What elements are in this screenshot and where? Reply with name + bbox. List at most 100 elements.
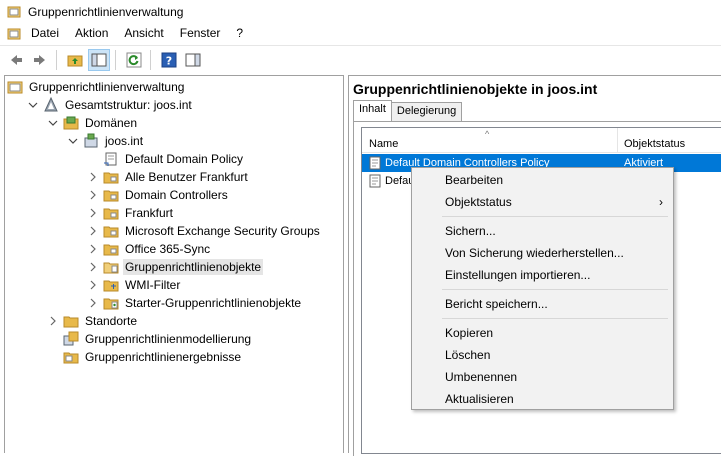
folder-up-icon [67, 55, 83, 66]
chevron-right-icon[interactable] [87, 225, 99, 237]
ou-folder-icon [103, 223, 119, 239]
tree-item[interactable]: Starter-Gruppenrichtlinienobjekte [87, 294, 303, 312]
tree-item[interactable]: Alle Benutzer Frankfurt [87, 168, 250, 186]
tree-item[interactable]: Frankfurt [87, 204, 175, 222]
chevron-right-icon[interactable] [87, 279, 99, 291]
chevron-right-icon[interactable] [87, 243, 99, 255]
context-menu-item[interactable]: Umbenennen [412, 366, 673, 388]
menu-aktion[interactable]: Aktion [67, 23, 116, 44]
tree-item[interactable]: Domänen [47, 114, 139, 132]
show-hide-console-tree-button[interactable] [88, 48, 110, 71]
domain-icon [83, 133, 99, 149]
arrow-right-icon [34, 54, 45, 65]
toolbar-separator [150, 49, 151, 70]
context-menu-item-label: Löschen [445, 348, 491, 362]
tree-item[interactable]: Gruppenrichtlinienverwaltung [7, 78, 186, 96]
gpmc-icon[interactable] [7, 27, 21, 41]
context-menu-item-label: Bearbeiten [445, 173, 504, 187]
chevron-down-icon[interactable] [27, 99, 39, 111]
tree-item-label: Starter-Gruppenrichtlinienobjekte [125, 296, 302, 310]
refresh-icon [126, 52, 142, 67]
column-header-objektstatus[interactable]: Objektstatus [619, 128, 721, 153]
context-menu-item[interactable]: Aktualisieren [412, 388, 673, 410]
menu-help[interactable]: ? [228, 23, 251, 44]
chevron-down-icon[interactable] [47, 117, 59, 129]
chevron-right-icon[interactable] [87, 261, 99, 273]
chevron-right-icon[interactable] [87, 171, 99, 183]
context-menu-item[interactable]: Objektstatus › [412, 191, 673, 213]
context-menu-item[interactable]: Löschen [412, 344, 673, 366]
tree-item-label: Microsoft Exchange Security Groups [125, 224, 320, 238]
up-folder-button[interactable] [64, 49, 86, 71]
tree-item-label: Domänen [85, 116, 138, 130]
context-menu-item-label: Aktualisieren [445, 392, 514, 406]
menu-ansicht[interactable]: Ansicht [116, 23, 171, 44]
context-menu-item-label: Einstellungen importieren... [445, 268, 591, 282]
help-icon: ? [161, 52, 177, 67]
chevron-right-icon[interactable] [87, 297, 99, 309]
forest-icon [43, 97, 59, 113]
results-icon [63, 349, 79, 365]
ou-folder-icon [103, 169, 119, 185]
wmi-folder-icon [103, 277, 119, 293]
context-menu-item[interactable]: Einstellungen importieren... [412, 264, 673, 286]
context-menu-item[interactable]: Von Sicherung wiederherstellen... [412, 242, 673, 264]
context-menu-item-label: Umbenennen [445, 370, 518, 384]
tree-item[interactable]: WMI-Filter [87, 276, 182, 294]
action-pane-icon [185, 53, 201, 66]
tree-item-label: Default Domain Policy [125, 152, 244, 166]
console-tree[interactable]: Gruppenrichtlinienverwaltung Gesamtstrukt… [4, 75, 344, 453]
chevron-down-icon[interactable] [67, 135, 79, 147]
tree-item-label: Domain Controllers [125, 188, 228, 202]
tree-item-label: Standorte [85, 314, 138, 328]
sites-icon [63, 313, 79, 329]
context-menu-item[interactable]: Bericht speichern... [412, 293, 673, 315]
tree-item[interactable]: Domain Controllers [87, 186, 230, 204]
tree-item[interactable]: Gesamtstruktur: joos.int [27, 96, 194, 114]
ou-folder-icon [103, 241, 119, 257]
tree-item[interactable]: Gruppenrichtlinienergebnisse [47, 348, 243, 366]
refresh-button[interactable] [123, 49, 145, 71]
tab-delegierung[interactable]: Delegierung [390, 102, 463, 121]
menu-datei[interactable]: Datei [23, 23, 67, 44]
tree-item[interactable]: Gruppenrichtlinienobjekte [87, 258, 264, 276]
column-header-name[interactable]: Name [362, 128, 618, 153]
tab-strip: Inhalt Delegierung [353, 100, 463, 122]
tree-item-label: Gruppenrichtlinienobjekte [123, 259, 264, 275]
arrow-left-icon [11, 54, 22, 65]
chevron-right-icon[interactable] [87, 207, 99, 219]
tree-item[interactable]: Microsoft Exchange Security Groups [87, 222, 322, 240]
tree-item-label: Gruppenrichtlinienmodellierung [85, 332, 252, 346]
forward-button[interactable] [29, 49, 51, 71]
tree-item[interactable]: Default Domain Policy [87, 150, 245, 168]
context-menu-item[interactable]: Sichern... [412, 220, 673, 242]
back-button[interactable] [5, 49, 27, 71]
starter-gpo-folder-icon [103, 295, 119, 311]
modeling-icon [63, 331, 79, 347]
pane-title: Gruppenrichtlinienobjekte in joos.int [353, 81, 598, 97]
context-menu-item[interactable]: Bearbeiten [412, 169, 673, 191]
menu-separator [442, 289, 668, 290]
submenu-arrow-icon: › [659, 195, 663, 209]
console-tree-icon [91, 53, 107, 66]
chevron-right-icon[interactable] [47, 315, 59, 327]
tab-inhalt[interactable]: Inhalt [353, 100, 392, 121]
menu-separator [442, 216, 668, 217]
tree-item[interactable]: Gruppenrichtlinienmodellierung [47, 330, 253, 348]
tree-item[interactable]: joos.int [67, 132, 145, 150]
tree-item-label: joos.int [105, 134, 144, 148]
tree-item-label: Gruppenrichtlinienergebnisse [85, 350, 242, 364]
help-button[interactable]: ? [158, 49, 180, 71]
menu-fenster[interactable]: Fenster [172, 23, 229, 44]
tree-item[interactable]: Office 365-Sync [87, 240, 212, 258]
gpo-icon [367, 155, 383, 171]
svg-text:?: ? [166, 54, 172, 67]
context-menu-item[interactable]: Kopieren [412, 322, 673, 344]
context-menu: Bearbeiten Objektstatus › Sichern... Von Sic… [411, 167, 674, 410]
show-hide-action-pane-button[interactable] [182, 49, 204, 71]
toolbar-separator [56, 49, 57, 70]
tree-item[interactable]: Standorte [47, 312, 139, 330]
chevron-right-icon[interactable] [87, 189, 99, 201]
